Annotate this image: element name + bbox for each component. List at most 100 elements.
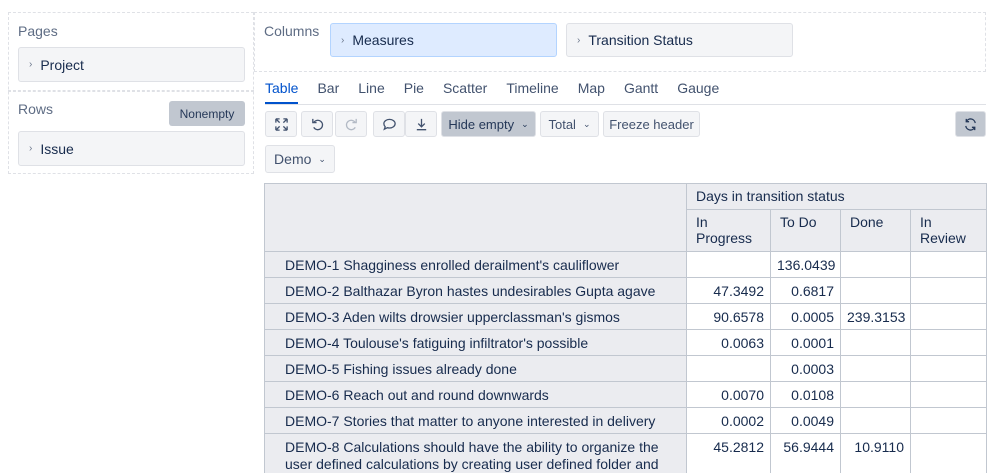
tab-bar[interactable]: Bar (317, 80, 339, 104)
table-cell: 239.3153 (840, 303, 911, 330)
refresh-button[interactable] (955, 111, 986, 137)
table-cell (686, 355, 771, 382)
page-item-label: Project (40, 56, 84, 73)
table-cell (910, 303, 987, 330)
demo-filter-dropdown[interactable]: Demo ⌄ (265, 145, 335, 173)
table-cell (910, 251, 987, 278)
table-cell: 56.9444 (770, 433, 841, 473)
table-cell: 90.6578 (686, 303, 771, 330)
row-item-issue[interactable]: › Issue (18, 131, 245, 166)
table-row: DEMO-8 Calculations should have the abil… (264, 433, 987, 473)
column-item-label: Measures (352, 32, 414, 48)
table-cell (686, 251, 771, 278)
row-item-label: Issue (40, 140, 74, 157)
tab-gauge[interactable]: Gauge (677, 80, 719, 104)
table-cell: 0.6817 (770, 277, 841, 304)
report-table: Days in transition status In Progress To … (264, 183, 987, 473)
view-tabs: Table Bar Line Pie Scatter Timeline Map … (265, 80, 738, 104)
tab-table[interactable]: Table (265, 80, 299, 104)
page-item-project[interactable]: › Project (18, 47, 245, 82)
tab-gantt[interactable]: Gantt (624, 80, 658, 104)
table-corner (264, 183, 687, 252)
table-cell (840, 329, 911, 356)
tab-line[interactable]: Line (358, 80, 384, 104)
rows-label: Rows (18, 101, 54, 117)
chevron-right-icon: › (29, 59, 33, 70)
column-header[interactable]: To Do (770, 209, 841, 252)
table-cell (840, 407, 911, 434)
table-row: DEMO-3 Aden wilts drowsier upperclassman… (264, 303, 987, 330)
tab-map[interactable]: Map (578, 80, 605, 104)
row-header[interactable]: DEMO-4 Toulouse's fatiguing infiltrator'… (264, 329, 687, 356)
expand-icon (274, 117, 288, 131)
table-cell: 0.0003 (770, 355, 841, 382)
column-header[interactable]: Done (840, 209, 911, 252)
table-cell: 0.0063 (686, 329, 771, 356)
fullscreen-button[interactable] (265, 111, 297, 137)
comment-icon (382, 118, 396, 130)
table-cell (910, 329, 987, 356)
column-item-label: Transition Status (588, 32, 693, 48)
table-cell (840, 251, 911, 278)
chevron-down-icon: ⌄ (318, 153, 326, 164)
total-dropdown[interactable]: Total ⌄ (540, 111, 599, 137)
column-header[interactable]: In Review (910, 209, 987, 252)
table-cell (910, 381, 987, 408)
hide-empty-label: Hide empty (448, 116, 515, 132)
chevron-right-icon: › (341, 34, 345, 46)
export-button[interactable] (405, 111, 437, 137)
measure-header[interactable]: Days in transition status (686, 183, 987, 210)
table-row: DEMO-6 Reach out and round downwards 0.0… (264, 381, 987, 408)
table-cell (910, 433, 987, 473)
table-cell: 136.0439 (770, 251, 841, 278)
table-cell: 10.9110 (840, 433, 911, 473)
row-header[interactable]: DEMO-6 Reach out and round downwards (264, 381, 687, 408)
pages-label: Pages (18, 23, 58, 39)
table-cell: 0.0108 (770, 381, 841, 408)
table-cell (910, 355, 987, 382)
comment-button[interactable] (373, 111, 405, 137)
nonempty-button[interactable]: Nonempty (169, 101, 245, 126)
column-item-measures[interactable]: › Measures (330, 23, 557, 57)
chevron-right-icon: › (29, 143, 33, 154)
hide-empty-dropdown[interactable]: Hide empty ⌄ (441, 111, 536, 137)
table-cell: 0.0049 (770, 407, 841, 434)
column-item-transition-status[interactable]: › Transition Status (566, 23, 793, 57)
demo-filter-label: Demo (274, 151, 312, 167)
column-header[interactable]: In Progress (686, 209, 771, 252)
table-cell (840, 355, 911, 382)
undo-button[interactable] (301, 111, 333, 137)
download-icon (416, 118, 426, 130)
tab-timeline[interactable]: Timeline (506, 80, 558, 104)
table-row: DEMO-2 Balthazar Byron hastes undesirabl… (264, 277, 987, 304)
table-row: DEMO-7 Stories that matter to anyone int… (264, 407, 987, 434)
row-header[interactable]: DEMO-8 Calculations should have the abil… (264, 433, 687, 473)
chevron-right-icon: › (577, 34, 581, 46)
undo-icon (311, 118, 323, 130)
table-cell: 0.0002 (686, 407, 771, 434)
chevron-down-icon: ⌄ (582, 118, 591, 129)
columns-label: Columns (264, 23, 320, 39)
table-cell (840, 381, 911, 408)
table-cell: 0.0005 (770, 303, 841, 330)
redo-icon (345, 118, 357, 130)
row-header[interactable]: DEMO-5 Fishing issues already done (264, 355, 687, 382)
rows-separator (8, 90, 254, 92)
table-cell: 47.3492 (686, 277, 771, 304)
table-row: DEMO-5 Fishing issues already done 0.000… (264, 355, 987, 382)
refresh-icon (965, 117, 976, 131)
table-cell (910, 407, 987, 434)
table-cell (840, 277, 911, 304)
tabs-divider (265, 104, 986, 105)
redo-button[interactable] (335, 111, 367, 137)
table-cell (910, 277, 987, 304)
table-cell: 45.2812 (686, 433, 771, 473)
tab-scatter[interactable]: Scatter (443, 80, 487, 104)
freeze-header-button[interactable]: Freeze header (603, 111, 700, 137)
row-header[interactable]: DEMO-1 Shagginess enrolled derailment's … (264, 251, 687, 278)
row-header[interactable]: DEMO-3 Aden wilts drowsier upperclassman… (264, 303, 687, 330)
tab-pie[interactable]: Pie (404, 80, 424, 104)
total-label: Total (548, 116, 576, 132)
row-header[interactable]: DEMO-7 Stories that matter to anyone int… (264, 407, 687, 434)
row-header[interactable]: DEMO-2 Balthazar Byron hastes undesirabl… (264, 277, 687, 304)
